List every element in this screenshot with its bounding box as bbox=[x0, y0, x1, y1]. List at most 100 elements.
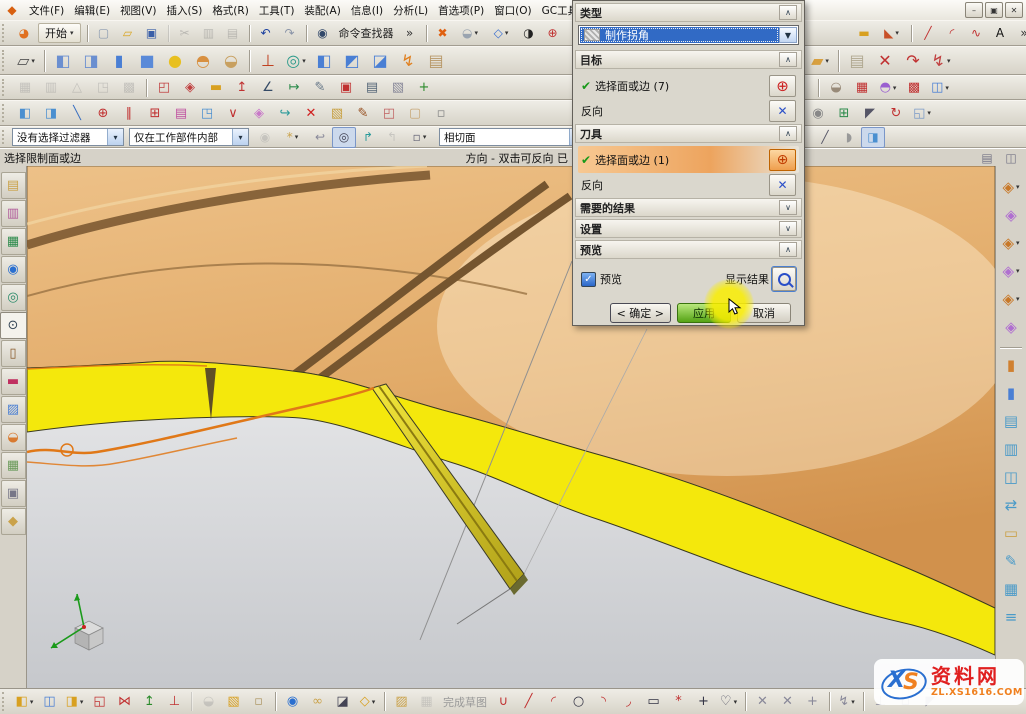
polygon-node-icon[interactable]: * bbox=[666, 690, 691, 713]
section-view-icon[interactable]: ◳ bbox=[90, 77, 116, 99]
cylinder-icon[interactable]: ▮ bbox=[105, 48, 133, 74]
measure-angle-icon[interactable]: ∠ bbox=[255, 77, 281, 99]
tab-color-palette[interactable]: ▬ bbox=[1, 368, 26, 395]
toolbar-handle[interactable] bbox=[2, 79, 8, 96]
half-square-a-icon[interactable]: ◧ bbox=[12, 102, 38, 125]
model-canvas[interactable] bbox=[27, 166, 995, 688]
tab-image-gallery[interactable]: ▦ bbox=[1, 452, 26, 479]
type-section-header[interactable]: 类型 ∧ bbox=[575, 3, 802, 22]
sketch-icon[interactable]: ▱ bbox=[12, 48, 40, 74]
line-tool-icon[interactable]: ╱ bbox=[916, 23, 940, 44]
shaded-cube-icon[interactable]: ◨ bbox=[861, 127, 885, 148]
chamfer-icon[interactable]: ◞ bbox=[616, 690, 641, 713]
menu-item[interactable]: 信息(I) bbox=[346, 1, 388, 20]
circle-icon[interactable]: ○ bbox=[566, 690, 591, 713]
curve-j-icon[interactable]: ↷ bbox=[899, 48, 927, 74]
quick-trim-icon[interactable]: ↯ bbox=[834, 690, 859, 713]
dropdown-arrow-icon[interactable]: ▼ bbox=[779, 27, 797, 43]
tab-wizard[interactable]: ◆ bbox=[1, 508, 26, 535]
grid-sheet-icon[interactable]: ▦ bbox=[997, 576, 1025, 602]
point-dialog-icon[interactable]: ◨ bbox=[62, 690, 87, 713]
u-curve-icon[interactable]: ∪ bbox=[491, 690, 516, 713]
menu-item[interactable]: 编辑(E) bbox=[69, 1, 115, 20]
curve-intersect-icon[interactable]: ✕ bbox=[871, 48, 899, 74]
toolbar-handle[interactable] bbox=[2, 130, 8, 144]
datum-axis-icon[interactable]: ◨ bbox=[77, 48, 105, 74]
block-icon[interactable]: ■ bbox=[133, 48, 161, 74]
measure-strip-icon[interactable]: ▭ bbox=[997, 520, 1025, 546]
measure-diamond-icon[interactable]: ◈ bbox=[177, 77, 203, 99]
box-corner-icon[interactable]: ◳ bbox=[194, 102, 220, 125]
fastener-a-icon[interactable]: ▮ bbox=[997, 352, 1025, 378]
extend-icon[interactable]: + bbox=[800, 690, 825, 713]
tool-select-button-active[interactable]: ⊕ bbox=[769, 149, 796, 171]
sheet-icon[interactable]: ▤ bbox=[422, 48, 450, 74]
spline-tool-icon[interactable]: ∿ bbox=[964, 23, 988, 44]
tab-roles[interactable]: ◒ bbox=[1, 424, 26, 451]
folder-add-icon[interactable]: ▧ bbox=[324, 102, 350, 125]
redo-icon[interactable]: ↷ bbox=[278, 23, 302, 44]
sheet-list-icon[interactable]: ▤ bbox=[997, 408, 1025, 434]
minimize-button[interactable]: – bbox=[965, 2, 983, 18]
clipboard-icon[interactable]: ▤ bbox=[359, 77, 385, 99]
toolbar-handle[interactable] bbox=[2, 104, 8, 122]
close-button[interactable]: ✕ bbox=[1005, 2, 1023, 18]
result-section-header[interactable]: 需要的结果 ∨ bbox=[575, 198, 802, 217]
fastener-b-icon[interactable]: ▮ bbox=[997, 380, 1025, 406]
diamond-cluster-icon[interactable]: ◈ bbox=[246, 102, 272, 125]
reverse-direction-button[interactable]: ✕ bbox=[769, 174, 796, 196]
curve-arrow-icon[interactable]: ↪ bbox=[272, 102, 298, 125]
lasso-icon[interactable]: ▫ bbox=[404, 127, 435, 148]
tab-system-materials[interactable]: ▯ bbox=[1, 340, 26, 367]
edge-pen-icon[interactable]: ╱ bbox=[813, 127, 837, 148]
target-select-button[interactable]: ⊕ bbox=[769, 75, 796, 97]
menu-item[interactable]: 视图(V) bbox=[115, 1, 161, 20]
point-plus-icon[interactable]: + bbox=[691, 690, 716, 713]
nx-logo-icon[interactable]: ◕ bbox=[12, 23, 36, 44]
half-square-b-icon[interactable]: ◨ bbox=[38, 102, 64, 125]
settings-section-header[interactable]: 设置 ∨ bbox=[575, 219, 802, 238]
measure-box-icon[interactable]: ◰ bbox=[151, 77, 177, 99]
undo-icon[interactable]: ↶ bbox=[254, 23, 278, 44]
expand-icon[interactable]: ∨ bbox=[779, 200, 797, 215]
assembly-constraints-icon[interactable]: ◈ bbox=[997, 202, 1025, 228]
zoom-box-icon[interactable]: ◱ bbox=[909, 102, 935, 125]
feature-group-icon[interactable]: ▰ bbox=[806, 48, 834, 74]
emboss-icon[interactable]: ↯ bbox=[394, 48, 422, 74]
tab-part-navigator[interactable]: ▦ bbox=[1, 228, 26, 255]
start-menu-button[interactable]: 开始 ▾ bbox=[38, 23, 81, 43]
paste-icon[interactable]: ▤ bbox=[221, 23, 245, 44]
reverse-direction-button[interactable]: ✕ bbox=[769, 100, 796, 122]
collapse-icon[interactable]: ∧ bbox=[779, 242, 797, 257]
grid4-icon[interactable]: ⊞ bbox=[831, 102, 857, 125]
stack-icon[interactable]: ▩ bbox=[116, 77, 142, 99]
datum-plane-icon[interactable]: ◧ bbox=[49, 48, 77, 74]
mirror-assembly-icon[interactable]: ◈ bbox=[997, 230, 1025, 256]
menu-item[interactable]: 工具(T) bbox=[254, 1, 300, 20]
measure-line-icon[interactable]: ↦ bbox=[281, 77, 307, 99]
end-point-icon[interactable]: ◱ bbox=[87, 690, 112, 713]
command-finder-label[interactable]: 命令查找器 bbox=[339, 25, 394, 41]
new-file-icon[interactable]: ▢ bbox=[92, 23, 116, 44]
menu-item[interactable]: 文件(F) bbox=[24, 1, 69, 20]
menu-item[interactable]: 插入(S) bbox=[161, 1, 207, 20]
tab-assembly-navigator[interactable]: ▤ bbox=[1, 172, 26, 199]
trim-body-icon[interactable]: ◒ bbox=[217, 48, 245, 74]
fillet-icon[interactable]: ◝ bbox=[591, 690, 616, 713]
preview-section-header[interactable]: 预览 ∧ bbox=[575, 240, 802, 259]
unite-icon[interactable]: ◧ bbox=[310, 48, 338, 74]
delete-icon[interactable]: ✕ bbox=[298, 102, 324, 125]
open-book-icon[interactable]: ◫ bbox=[927, 77, 953, 99]
face-blob-icon[interactable]: ◗ bbox=[837, 127, 861, 148]
orient-view-icon[interactable]: ⊕ bbox=[541, 23, 565, 44]
expand-icon[interactable]: ∨ bbox=[779, 221, 797, 236]
target-select-row[interactable]: ✔ 选择面或边 (7) ⊕ bbox=[578, 72, 799, 99]
set-square-icon[interactable]: ◣ bbox=[876, 23, 907, 44]
snap-back-icon[interactable]: ↰ bbox=[380, 127, 404, 148]
rect-cross-icon[interactable]: ⊞ bbox=[142, 102, 168, 125]
triangle-mesh-icon[interactable]: △ bbox=[64, 77, 90, 99]
small-cube-icon[interactable]: ▫ bbox=[246, 690, 271, 713]
open-file-icon[interactable]: ▱ bbox=[116, 23, 140, 44]
add-green-icon[interactable]: + bbox=[411, 77, 437, 99]
trim-b-icon[interactable]: ✕ bbox=[775, 690, 800, 713]
